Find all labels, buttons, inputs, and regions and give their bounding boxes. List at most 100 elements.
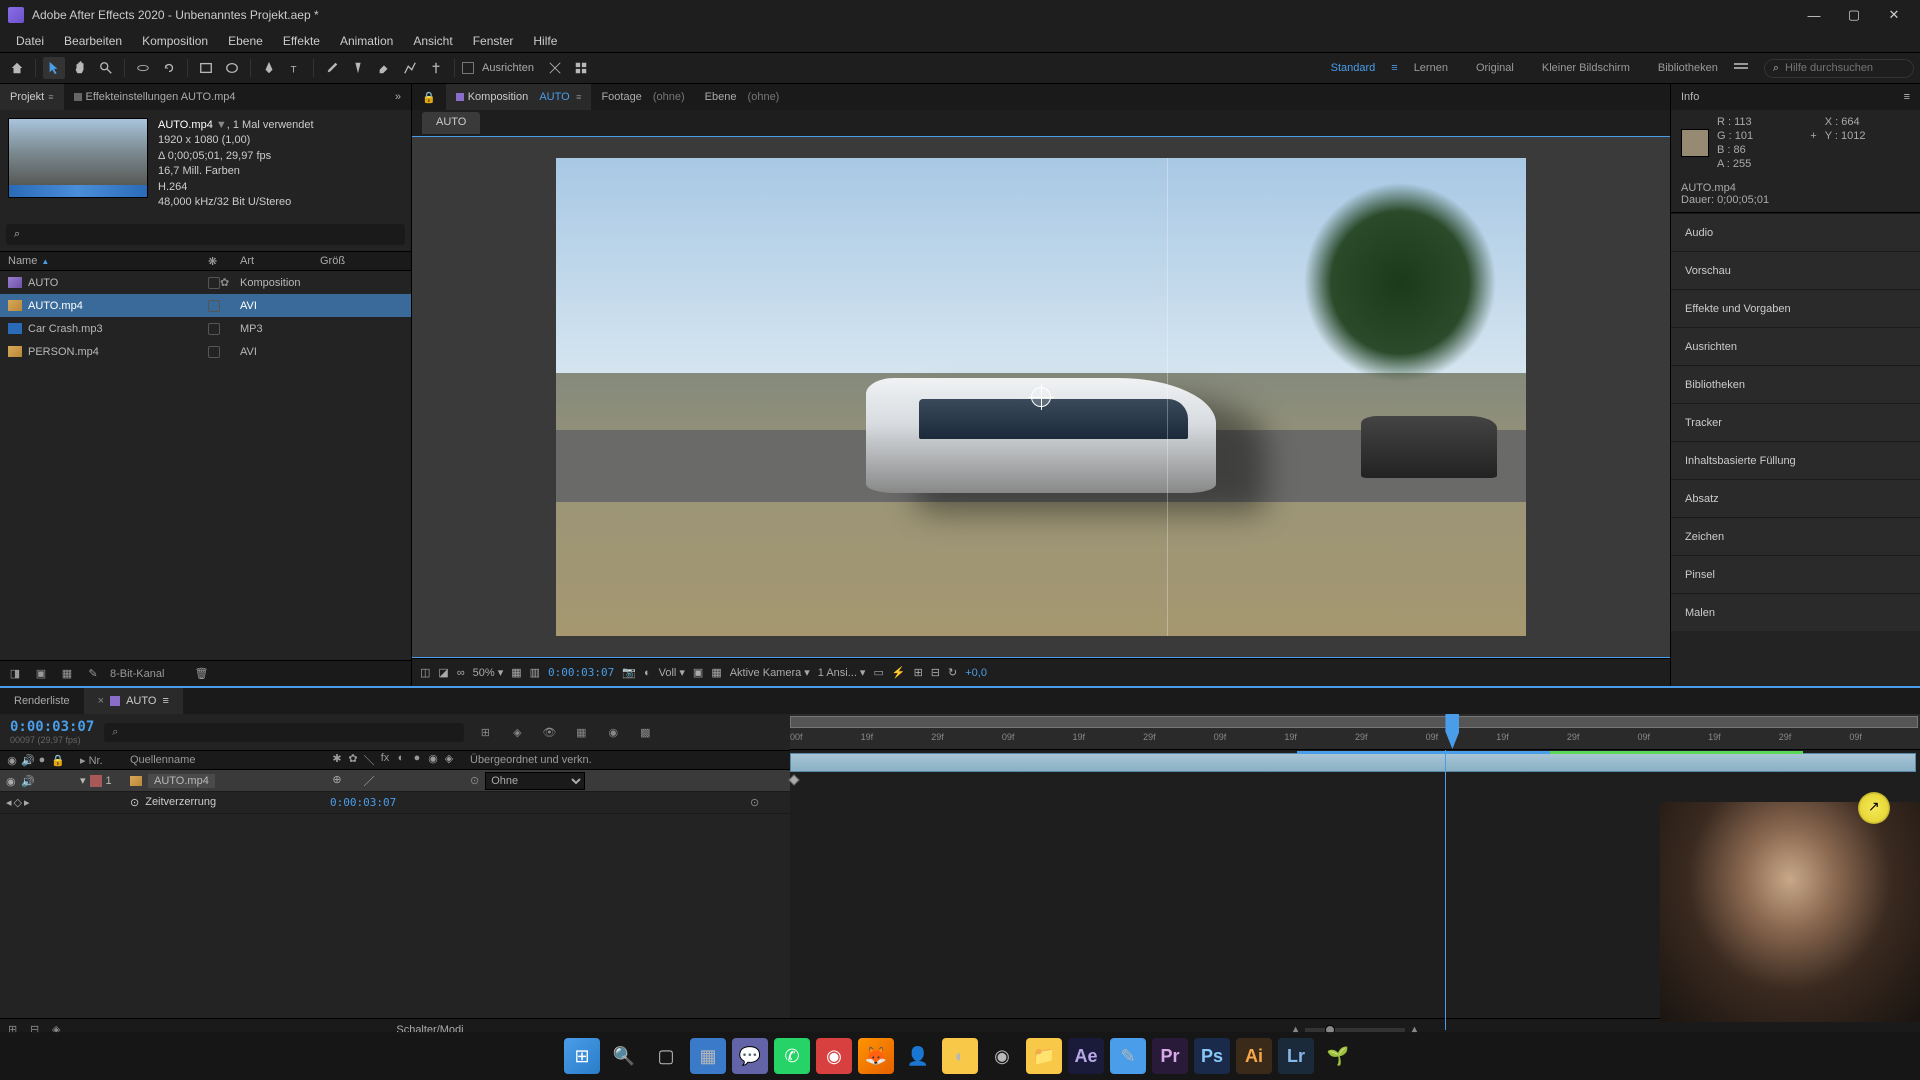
- layer-eye-icon[interactable]: ◉: [6, 775, 18, 787]
- draft3d-button[interactable]: ◈: [506, 721, 528, 743]
- roi-button[interactable]: ▣: [693, 666, 703, 679]
- frame-blend-button[interactable]: ▦: [570, 721, 592, 743]
- timeline-zoom-slider[interactable]: [1305, 1028, 1405, 1032]
- item-label-swatch[interactable]: [208, 300, 220, 312]
- fast-preview-button[interactable]: ⚡: [892, 666, 906, 679]
- audio-column-icon[interactable]: 🔊: [21, 754, 33, 767]
- panel-section[interactable]: Malen: [1671, 593, 1920, 631]
- comp-lock[interactable]: 🔒: [412, 84, 446, 110]
- views-dropdown[interactable]: 1 Ansi... ▾: [818, 666, 866, 679]
- add-keyframe-icon[interactable]: ◇: [14, 796, 22, 809]
- timeline-comp-tab[interactable]: ×AUTO≡: [84, 688, 183, 714]
- delete-button[interactable]: 🗑: [192, 665, 210, 683]
- taskbar-search[interactable]: 🔍: [606, 1038, 642, 1074]
- clone-tool[interactable]: [347, 57, 369, 79]
- help-search-input[interactable]: [1785, 62, 1905, 74]
- taskbar-aftereffects[interactable]: Ae: [1068, 1038, 1104, 1074]
- expression-link-icon[interactable]: ⊙: [750, 796, 790, 809]
- timeline-layer-row[interactable]: ◉🔊 ▾1 AUTO.mp4 ⊕／ ⊙Ohne: [0, 770, 790, 792]
- menu-hilfe[interactable]: Hilfe: [523, 32, 567, 50]
- panel-section[interactable]: Bibliotheken: [1671, 365, 1920, 403]
- handle-left[interactable]: [556, 393, 560, 401]
- workspace-standard[interactable]: Standard: [1319, 58, 1388, 78]
- footage-tab[interactable]: Footage (ohne): [591, 84, 694, 110]
- motion-blur-button[interactable]: ◉: [602, 721, 624, 743]
- pixel-aspect-button[interactable]: ▭: [873, 666, 883, 679]
- minimize-button[interactable]: —: [1804, 5, 1824, 25]
- text-tool[interactable]: T: [284, 57, 306, 79]
- taskbar-app1[interactable]: ◉: [816, 1038, 852, 1074]
- next-keyframe-icon[interactable]: ▸: [24, 796, 30, 809]
- help-search[interactable]: ⌕: [1764, 59, 1914, 78]
- rotate-tool[interactable]: [158, 57, 180, 79]
- snap-grid-tool[interactable]: [570, 57, 592, 79]
- menu-datei[interactable]: Datei: [6, 32, 54, 50]
- resolution-dropdown[interactable]: Voll ▾: [659, 666, 685, 679]
- item-label-swatch[interactable]: [208, 346, 220, 358]
- transparency-button[interactable]: ▦: [711, 666, 721, 679]
- composition-tab[interactable]: Komposition AUTO ≡: [446, 84, 592, 110]
- taskbar-obs[interactable]: ◉: [984, 1038, 1020, 1074]
- panel-section[interactable]: Vorschau: [1671, 251, 1920, 289]
- viewport[interactable]: [412, 136, 1670, 658]
- comp-flowchart-button[interactable]: ⊞: [474, 721, 496, 743]
- menu-animation[interactable]: Animation: [330, 32, 403, 50]
- item-label-swatch[interactable]: [208, 277, 220, 289]
- panel-menu-icon[interactable]: ≡: [1904, 91, 1910, 103]
- taskbar-whatsapp[interactable]: ✆: [774, 1038, 810, 1074]
- shy-button[interactable]: 👁: [538, 721, 560, 743]
- taskbar-explorer[interactable]: 📁: [1026, 1038, 1062, 1074]
- menu-ansicht[interactable]: Ansicht: [403, 32, 462, 50]
- panel-section[interactable]: Absatz: [1671, 479, 1920, 517]
- interpret-footage-button[interactable]: ◨: [6, 665, 24, 683]
- camera-dropdown[interactable]: Aktive Kamera ▾: [730, 666, 810, 679]
- zoom-dropdown[interactable]: 50% ▾: [473, 666, 504, 679]
- layer-expand-icon[interactable]: ▾: [80, 774, 86, 787]
- puppet-tool[interactable]: [425, 57, 447, 79]
- stopwatch-icon[interactable]: ⊙: [130, 796, 139, 809]
- roto-tool[interactable]: [399, 57, 421, 79]
- taskbar-firefox[interactable]: 🦊: [858, 1038, 894, 1074]
- property-value[interactable]: 0:00:03:07: [330, 796, 396, 809]
- handle-right[interactable]: [1522, 393, 1526, 401]
- eye-column-icon[interactable]: ◉: [6, 754, 18, 767]
- layer-audio-icon[interactable]: 🔊: [21, 775, 33, 787]
- panel-section[interactable]: Tracker: [1671, 403, 1920, 441]
- menu-komposition[interactable]: Komposition: [132, 32, 218, 50]
- layer-tab[interactable]: Ebene (ohne): [695, 84, 790, 110]
- info-panel-header[interactable]: Info≡: [1671, 84, 1920, 110]
- menu-ebene[interactable]: Ebene: [218, 32, 273, 50]
- taskbar-app5[interactable]: 🌱: [1320, 1038, 1356, 1074]
- toggle-alpha[interactable]: ◫: [420, 666, 430, 679]
- timeline-ruler[interactable]: 00f19f29f09f19f29f09f19f29f09f19f29f09f1…: [790, 714, 1920, 750]
- comp-sub-tab[interactable]: AUTO: [422, 112, 480, 134]
- zoom-tool[interactable]: [95, 57, 117, 79]
- toggle-mask[interactable]: ◪: [438, 666, 448, 679]
- bit-depth[interactable]: 8-Bit-Kanal: [110, 668, 164, 680]
- taskbar-widgets[interactable]: ▦: [690, 1038, 726, 1074]
- menu-bearbeiten[interactable]: Bearbeiten: [54, 32, 132, 50]
- panel-section[interactable]: Ausrichten: [1671, 327, 1920, 365]
- start-button[interactable]: ⊞: [564, 1038, 600, 1074]
- lock-column-icon[interactable]: 🔒: [51, 754, 63, 767]
- project-item[interactable]: AUTO✿Komposition: [0, 271, 411, 294]
- align-checkbox[interactable]: [462, 62, 474, 74]
- parent-pickwhip-icon[interactable]: ⊙: [470, 774, 479, 787]
- ellipse-tool[interactable]: [221, 57, 243, 79]
- channel-button[interactable]: ◐: [644, 667, 651, 679]
- taskbar-app2[interactable]: 👤: [900, 1038, 936, 1074]
- selection-tool[interactable]: [43, 57, 65, 79]
- panel-section[interactable]: Inhaltsbasierte Füllung: [1671, 441, 1920, 479]
- hand-tool[interactable]: [69, 57, 91, 79]
- snap-tool[interactable]: [544, 57, 566, 79]
- maximize-button[interactable]: ▢: [1844, 5, 1864, 25]
- snapshot-button[interactable]: 📷: [622, 666, 636, 679]
- guides-button[interactable]: ▥: [530, 666, 540, 679]
- taskbar-photoshop[interactable]: Ps: [1194, 1038, 1230, 1074]
- menu-effekte[interactable]: Effekte: [273, 32, 330, 50]
- item-label-swatch[interactable]: [208, 323, 220, 335]
- timeline-button[interactable]: ⊞: [914, 666, 923, 679]
- project-search[interactable]: ⌕: [6, 224, 405, 245]
- layer-switch[interactable]: ⊕: [330, 773, 344, 789]
- footer-timecode[interactable]: 0:00:03:07: [548, 666, 614, 679]
